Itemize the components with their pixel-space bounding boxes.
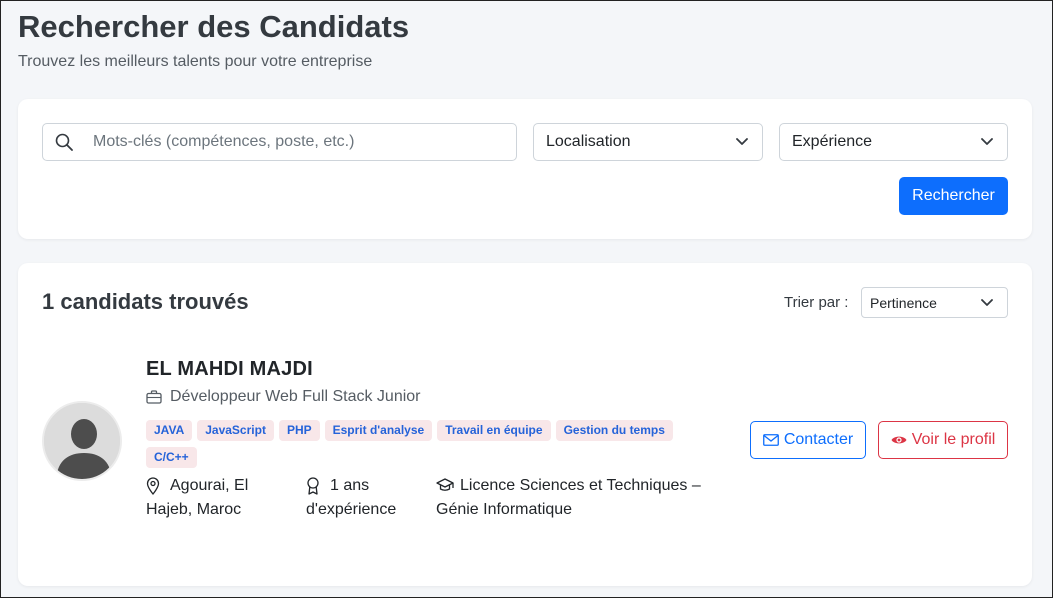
search-panel: Localisation Expérience Rechercher <box>18 99 1032 239</box>
chevron-down-icon <box>981 299 993 306</box>
view-profile-button[interactable]: Voir le profil <box>878 421 1008 459</box>
skill-tag: Travail en équipe <box>437 420 551 441</box>
results-count: 1 candidats trouvés <box>42 289 249 314</box>
sort-select[interactable]: Pertinence <box>861 287 1008 318</box>
candidate-location: Agourai, El Hajeb, Maroc <box>146 474 276 522</box>
skill-tag: PHP <box>278 420 320 441</box>
briefcase-icon <box>146 390 162 404</box>
contact-button-label: Contacter <box>783 431 854 448</box>
location-select[interactable]: Localisation <box>533 123 763 161</box>
keywords-input[interactable] <box>93 124 508 160</box>
location-select-value: Localisation <box>546 133 631 150</box>
award-icon <box>307 477 319 495</box>
candidate-experience: 1 ans d'expérience <box>306 474 421 522</box>
candidate-location-text: Agourai, El Hajeb, Maroc <box>146 477 249 518</box>
candidate-education: Licence Sciences et Techniques – Génie I… <box>436 474 726 522</box>
avatar <box>42 401 122 481</box>
experience-select[interactable]: Expérience <box>779 123 1008 161</box>
skill-tag: C/C++ <box>146 447 197 468</box>
experience-select-value: Expérience <box>792 133 873 150</box>
search-icon <box>55 133 73 151</box>
search-button[interactable]: Rechercher <box>899 177 1008 215</box>
chevron-down-icon <box>981 138 993 145</box>
skill-tag: Esprit d'analyse <box>324 420 433 441</box>
candidate-experience-text: 1 ans d'expérience <box>306 477 397 518</box>
page-title: Rechercher des Candidats <box>18 9 410 44</box>
skill-tag: Gestion du temps <box>555 420 673 441</box>
graduation-cap-icon <box>436 478 454 491</box>
candidate-role-text: Développeur Web Full Stack Junior <box>170 388 421 405</box>
eye-icon <box>891 436 907 444</box>
skill-tag: JavaScript <box>197 420 274 441</box>
map-pin-icon <box>146 477 160 495</box>
sort-label: Trier par : <box>784 294 849 311</box>
page-subtitle: Trouvez les meilleurs talents pour votre… <box>18 53 373 70</box>
contact-button[interactable]: Contacter <box>750 421 866 459</box>
sort-select-value: Pertinence <box>870 295 937 311</box>
keywords-field[interactable] <box>42 123 517 161</box>
candidate-role: Développeur Web Full Stack Junior <box>146 388 421 406</box>
chevron-down-icon <box>736 138 748 145</box>
view-profile-button-label: Voir le profil <box>911 431 996 448</box>
user-silhouette-icon <box>44 403 120 479</box>
envelope-icon <box>762 434 779 446</box>
candidate-name[interactable]: EL MAHDI MAJDI <box>146 358 313 381</box>
results-panel: 1 candidats trouvés Trier par : Pertinen… <box>18 263 1032 586</box>
skill-tag: JAVA <box>146 420 193 441</box>
candidate-education-text: Licence Sciences et Techniques – Génie I… <box>436 477 701 518</box>
skills-list: JAVA JavaScript PHP Esprit d'analyse Travail… <box>146 420 716 474</box>
